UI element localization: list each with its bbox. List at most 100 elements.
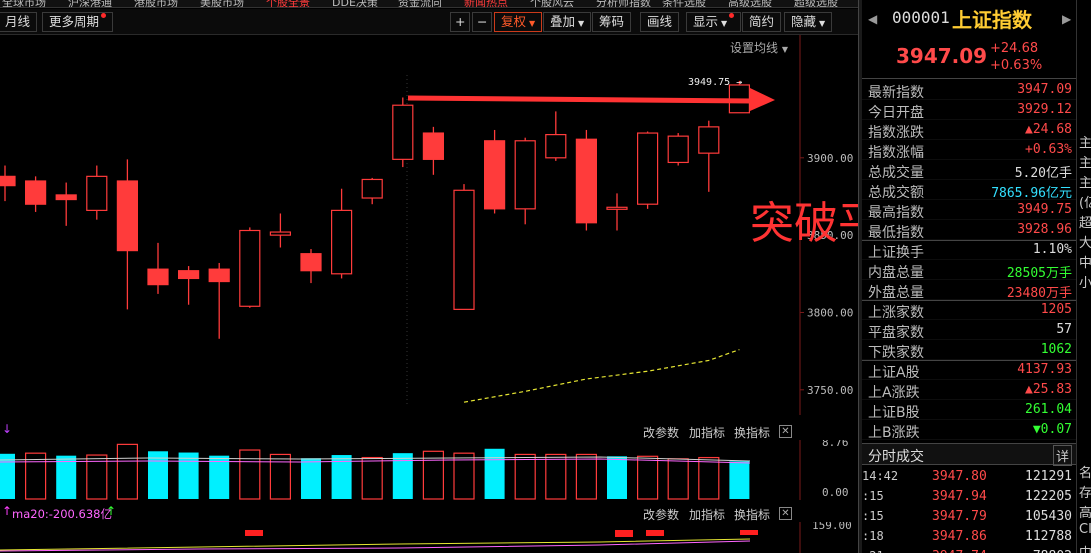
- tick-volume: 121291: [1025, 469, 1072, 484]
- top-nav-item[interactable]: 个股风云: [530, 0, 574, 7]
- candle-body[interactable]: [422, 132, 444, 160]
- volume-bar[interactable]: [575, 453, 598, 500]
- volume-bar[interactable]: [56, 455, 77, 499]
- volume-bar[interactable]: [607, 456, 627, 499]
- volume-bar[interactable]: [301, 458, 321, 499]
- candle-body[interactable]: [208, 268, 230, 283]
- quote-field-value: 28505万手: [1006, 266, 1072, 281]
- volume-bar[interactable]: [361, 456, 383, 500]
- volume-bar[interactable]: [667, 458, 689, 500]
- ticks-detail-button[interactable]: 详: [1052, 445, 1072, 466]
- top-nav-item[interactable]: 高级选股: [728, 0, 772, 7]
- volume-bar[interactable]: [698, 456, 720, 500]
- tick-row: :15 3947.79 105430: [862, 507, 1076, 527]
- candle-body[interactable]: [514, 140, 536, 210]
- candle-body[interactable]: [361, 178, 383, 199]
- candle-body[interactable]: [239, 229, 261, 307]
- volume-bar[interactable]: [209, 455, 230, 499]
- candle-body[interactable]: [606, 206, 628, 210]
- top-nav-item[interactable]: 资金流向: [398, 0, 442, 7]
- top-nav-item[interactable]: 分析师指数: [596, 0, 651, 7]
- candle-body[interactable]: [116, 180, 139, 252]
- hide-dropdown[interactable]: 隐藏 ▼: [784, 12, 833, 32]
- volume-bar[interactable]: [484, 448, 505, 499]
- volume-change-params-button[interactable]: 改参数: [643, 424, 679, 441]
- candle-body[interactable]: [636, 132, 659, 205]
- quote-row: 平盘家数 57: [862, 320, 1076, 341]
- candle-body[interactable]: [453, 189, 475, 310]
- zoom-out-button[interactable]: −: [472, 12, 492, 32]
- zoom-in-button[interactable]: +: [450, 12, 470, 32]
- top-nav-item[interactable]: 条件选股: [662, 0, 706, 7]
- tick-row: 14:42 3947.80 121291: [862, 467, 1076, 487]
- candle-body[interactable]: [86, 175, 108, 211]
- next-stock-icon[interactable]: ▶: [1062, 12, 1071, 26]
- restore-rights-dropdown[interactable]: 复权 ▼: [494, 12, 543, 32]
- sub-add-indicator-button[interactable]: 加指标: [689, 506, 725, 523]
- candle-body[interactable]: [698, 126, 720, 154]
- top-nav-item[interactable]: 美股市场: [200, 0, 244, 7]
- volume-add-indicator-button[interactable]: 加指标: [689, 424, 725, 441]
- ma20-value: ma20:-200.638亿: [12, 507, 112, 521]
- ticks-header: 分时成交 详: [862, 443, 1076, 466]
- kline-chart[interactable]: 3900.003850.003800.003750.003949.75 →突破平…: [0, 35, 860, 415]
- sub-change-params-button[interactable]: 改参数: [643, 506, 679, 523]
- candle-body[interactable]: [331, 209, 353, 275]
- ma-settings-button[interactable]: 设置均线 ▼: [730, 39, 788, 56]
- candle-body[interactable]: [178, 270, 200, 280]
- volume-switch-indicator-button[interactable]: 换指标: [734, 424, 770, 441]
- sub-indicator-chart[interactable]: 159.00: [0, 522, 860, 553]
- quote-row: 上B涨跌 ▼0.07: [862, 420, 1076, 441]
- candle-body[interactable]: [300, 253, 322, 272]
- restore-rights-label: 复权: [501, 14, 527, 29]
- tick-time: :21: [862, 549, 884, 553]
- candle-body[interactable]: [0, 175, 16, 187]
- edge-label: 名: [1079, 466, 1091, 481]
- candle-body[interactable]: [484, 140, 506, 210]
- sub-switch-indicator-button[interactable]: 换指标: [734, 506, 770, 523]
- candle-body[interactable]: [25, 180, 47, 205]
- candle-body[interactable]: [545, 133, 567, 159]
- volume-bar[interactable]: [729, 461, 750, 499]
- top-nav-item[interactable]: 港股市场: [134, 0, 178, 7]
- overlay-label: 叠加: [550, 14, 576, 29]
- quote-row: 下跌家数 1062: [862, 340, 1076, 361]
- quote-field-label: 总成交额: [868, 185, 924, 201]
- top-nav-item[interactable]: 个股全景: [266, 0, 310, 7]
- volume-bar[interactable]: [636, 455, 659, 500]
- volume-bar[interactable]: [545, 453, 567, 500]
- candle-body[interactable]: [667, 135, 689, 164]
- overlay-dropdown[interactable]: 叠加 ▼: [543, 12, 592, 32]
- candle-body[interactable]: [575, 138, 598, 224]
- volume-bar[interactable]: [239, 449, 261, 500]
- prev-stock-icon[interactable]: ◀: [868, 12, 877, 26]
- top-nav-item[interactable]: 沪深港通: [68, 0, 112, 7]
- display-dropdown[interactable]: 显示 ▼: [686, 12, 742, 32]
- volume-bar[interactable]: [178, 452, 199, 499]
- top-nav-item[interactable]: 全球市场: [2, 0, 46, 7]
- top-nav-item[interactable]: 新闻热点: [464, 0, 508, 7]
- tick-price: 3947.74: [932, 549, 987, 553]
- candle-body[interactable]: [55, 194, 77, 201]
- volume-bar[interactable]: [269, 453, 291, 500]
- chips-button[interactable]: 筹码: [592, 12, 632, 32]
- candle-body[interactable]: [147, 268, 169, 286]
- more-periods-button[interactable]: 更多周期: [42, 12, 114, 32]
- tick-time: :15: [862, 509, 884, 523]
- candle-body[interactable]: [392, 104, 414, 160]
- more-periods-label: 更多周期: [49, 14, 100, 29]
- volume-chart[interactable]: 8.76 0.00: [0, 440, 860, 500]
- high-marker: 3949.75 →: [688, 77, 742, 88]
- top-nav-item[interactable]: 超级选股: [794, 0, 838, 7]
- volume-bar[interactable]: [514, 453, 536, 500]
- quote-field-value: 5.20亿手: [1014, 166, 1072, 181]
- top-nav-item[interactable]: DDE决策: [332, 0, 378, 7]
- volume-bar[interactable]: [116, 443, 139, 500]
- volume-close-icon[interactable]: ✕: [779, 425, 792, 438]
- candle-body[interactable]: [269, 231, 291, 236]
- volume-bar[interactable]: [0, 453, 15, 499]
- simple-mode-button[interactable]: 简约: [742, 12, 782, 32]
- draw-line-button[interactable]: 画线: [640, 12, 680, 32]
- monthly-period-button[interactable]: 月线: [0, 12, 38, 32]
- sub-close-icon[interactable]: ✕: [779, 507, 792, 520]
